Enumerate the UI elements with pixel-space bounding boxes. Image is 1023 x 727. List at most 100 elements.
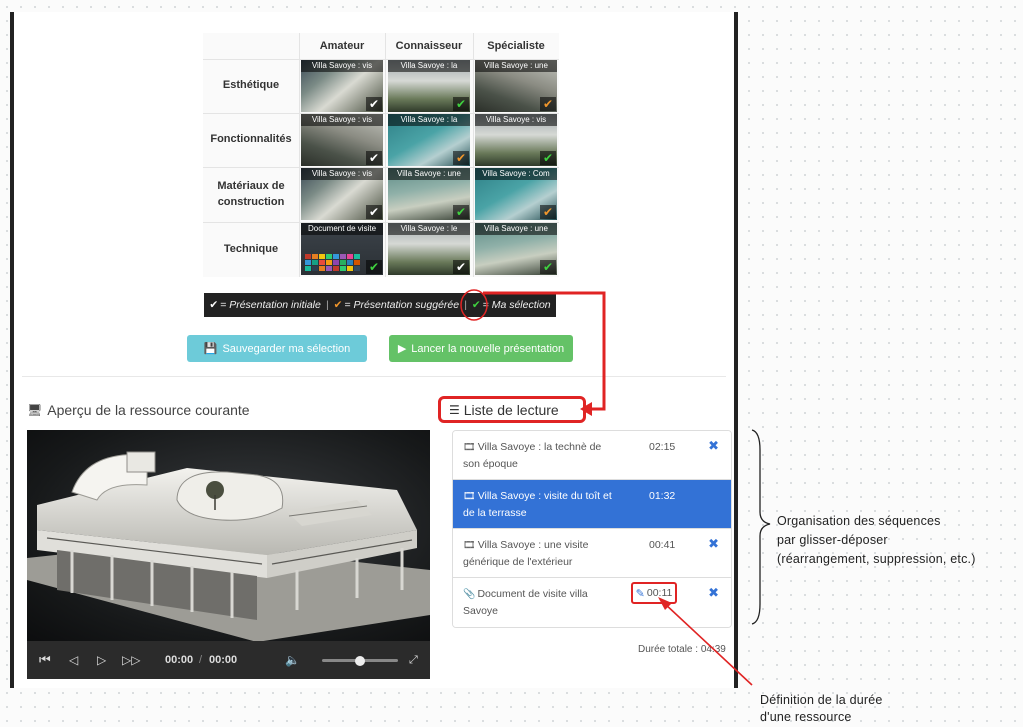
playlist-brace bbox=[751, 429, 771, 625]
check-icon[interactable]: ✔ bbox=[453, 205, 469, 219]
duree-annotation: Définition de la durée d'une ressource bbox=[760, 692, 883, 726]
check-legend: ✔ = Présentation initiale | ✔ = Présenta… bbox=[204, 293, 556, 317]
fullscreen-icon[interactable]: ⤢ bbox=[409, 641, 418, 679]
selection-matrix: Amateur Connaisseur Spécialiste Esthétiq… bbox=[203, 33, 559, 277]
save-icon: 💾 bbox=[203, 343, 218, 355]
thumbnail-caption: Villa Savoye : une bbox=[475, 60, 557, 72]
remove-icon[interactable]: ✖ bbox=[708, 438, 719, 454]
check-icon[interactable]: ✔ bbox=[540, 151, 556, 165]
playlist-heading: ☰ Liste de lecture bbox=[438, 396, 586, 423]
rewind-icon[interactable]: ◁ bbox=[69, 641, 78, 679]
current-time: 00:00 bbox=[165, 654, 194, 666]
matrix-cell-thumbnail[interactable]: Villa Savoye : vis ✔ bbox=[475, 114, 557, 166]
legend-selection: = Ma sélection bbox=[482, 299, 551, 311]
legend-separator: | bbox=[325, 299, 329, 311]
check-icon[interactable]: ✔ bbox=[540, 205, 556, 219]
volume-icon[interactable]: 🔈 bbox=[285, 641, 300, 679]
thumbnail-caption: Villa Savoye : vis bbox=[475, 114, 557, 126]
playlist-item-time: 00:41 bbox=[649, 539, 676, 551]
matrix-cell-thumbnail[interactable]: Villa Savoye : une ✔ bbox=[475, 60, 557, 112]
matrix-cell-thumbnail[interactable]: Villa Savoye : le ✔ bbox=[388, 223, 470, 275]
matrix-cell-thumbnail[interactable]: Villa Savoye : la ✔ bbox=[388, 114, 470, 166]
annotation-line: par glisser-déposer bbox=[777, 533, 888, 547]
villa-model-image bbox=[27, 451, 430, 641]
row-label: Esthétique bbox=[222, 79, 280, 92]
thumbnail-caption: Villa Savoye : la bbox=[388, 60, 470, 72]
playlist-title: Liste de lecture bbox=[463, 401, 559, 418]
volume-knob[interactable] bbox=[355, 655, 365, 666]
playlist-item[interactable]: 🎞 Villa Savoye : la technè de son époque … bbox=[453, 431, 731, 480]
check-icon[interactable]: ✔ bbox=[366, 205, 382, 219]
duration-edit-field[interactable]: ✎ 00:11 bbox=[631, 582, 677, 604]
film-icon: 🎞 bbox=[463, 491, 476, 502]
playlist-item-time: 01:32 bbox=[649, 490, 676, 502]
thumbnail-caption: Villa Savoye : le bbox=[388, 223, 470, 235]
save-selection-label: Sauvegarder ma sélection bbox=[222, 342, 351, 355]
playlist-item[interactable]: 📎 Document de visite villa Savoye ✎ 00:11… bbox=[453, 578, 731, 627]
playlist-item-title: Villa Savoye : la technè de son époque bbox=[463, 441, 602, 470]
monitor-icon: 🖥 bbox=[27, 403, 43, 417]
save-selection-button[interactable]: 💾 Sauvegarder ma sélection bbox=[187, 335, 367, 362]
app-window: Amateur Connaisseur Spécialiste Esthétiq… bbox=[10, 12, 738, 688]
matrix-cell-thumbnail[interactable]: Villa Savoye : une ✔ bbox=[388, 168, 470, 220]
remove-icon[interactable]: ✖ bbox=[708, 585, 719, 601]
legend-separator: | bbox=[464, 299, 467, 311]
organisation-annotation: Organisation des séquences par glisser-d… bbox=[777, 512, 976, 569]
volume-slider[interactable] bbox=[322, 655, 398, 666]
playlist-item-active[interactable]: 🎞 Villa Savoye : visite du toît et de la … bbox=[453, 480, 731, 529]
launch-presentation-button[interactable]: ▶ Lancer la nouvelle présentation bbox=[389, 335, 573, 362]
matrix-cell-thumbnail[interactable]: Villa Savoye : vis ✔ bbox=[301, 114, 383, 166]
check-icon[interactable]: ✔ bbox=[453, 260, 469, 274]
video-controls: ⏮ ◁ ▷ ▷▷ 00:00 / 00:00 🔈 ⤢ bbox=[27, 641, 430, 679]
annotation-line: (réarrangement, suppression, etc.) bbox=[777, 552, 976, 566]
total-duration: Durée totale : 04:39 bbox=[638, 644, 726, 655]
edit-icon: ✎ bbox=[635, 587, 645, 600]
check-white-icon: ✔ bbox=[209, 299, 219, 311]
time-separator: / bbox=[199, 654, 203, 666]
film-icon: 🎞 bbox=[463, 442, 476, 453]
duration: 00:00 bbox=[209, 654, 238, 666]
check-icon[interactable]: ✔ bbox=[366, 260, 382, 274]
thumbnail-caption: Villa Savoye : une bbox=[475, 223, 557, 235]
thumbnail-caption: Villa Savoye : vis bbox=[301, 168, 383, 180]
legend-initial: = Présentation initiale bbox=[220, 299, 321, 311]
remove-icon[interactable]: ✖ bbox=[708, 536, 719, 552]
skip-back-icon[interactable]: ⏮ bbox=[39, 641, 51, 679]
check-icon[interactable]: ✔ bbox=[366, 151, 382, 165]
check-icon[interactable]: ✔ bbox=[453, 97, 469, 111]
thumbnail-caption: Document de visite bbox=[301, 223, 383, 235]
annotation-line: Définition de la durée bbox=[760, 693, 883, 707]
list-icon: ☰ bbox=[449, 402, 460, 417]
playlist-item-title: Villa Savoye : visite du toît et de la t… bbox=[463, 490, 612, 519]
row-label: Matériaux de construction bbox=[217, 179, 285, 208]
matrix-cell-thumbnail[interactable]: Villa Savoye : vis ✔ bbox=[301, 60, 383, 112]
forward-icon[interactable]: ▷▷ bbox=[122, 641, 140, 679]
matrix-cell-thumbnail[interactable]: Villa Savoye : une ✔ bbox=[475, 223, 557, 275]
document-swatches bbox=[305, 254, 365, 271]
resource-preview-image bbox=[27, 430, 430, 641]
matrix-cell-thumbnail[interactable]: Villa Savoye : Com ✔ bbox=[475, 168, 557, 220]
section-divider bbox=[22, 376, 726, 377]
check-icon[interactable]: ✔ bbox=[540, 97, 556, 111]
thumbnail-caption: Villa Savoye : Com bbox=[475, 168, 557, 180]
column-header: Amateur bbox=[319, 40, 365, 52]
matrix-cell-thumbnail[interactable]: Document de visite ✔ bbox=[301, 223, 383, 275]
playlist-item[interactable]: 🎞 Villa Savoye : une visite générique de … bbox=[453, 529, 731, 578]
play-icon[interactable]: ▷ bbox=[97, 641, 106, 679]
playlist-item-time: 00:11 bbox=[646, 587, 673, 599]
matrix-cell-thumbnail[interactable]: Villa Savoye : vis ✔ bbox=[301, 168, 383, 220]
annotation-line: d'une ressource bbox=[760, 710, 852, 724]
play-icon: ▶ bbox=[397, 343, 407, 355]
annotation-line: Organisation des séquences bbox=[777, 514, 941, 528]
check-green-icon: ✔ bbox=[471, 299, 481, 311]
check-icon[interactable]: ✔ bbox=[540, 260, 556, 274]
thumbnail-caption: Villa Savoye : vis bbox=[301, 114, 383, 126]
check-icon[interactable]: ✔ bbox=[453, 151, 469, 165]
check-icon[interactable]: ✔ bbox=[366, 97, 382, 111]
paperclip-icon: 📎 bbox=[463, 589, 476, 600]
launch-presentation-label: Lancer la nouvelle présentation bbox=[411, 342, 565, 355]
matrix-cell-thumbnail[interactable]: Villa Savoye : la ✔ bbox=[388, 60, 470, 112]
row-label: Technique bbox=[223, 242, 279, 255]
legend-suggested: = Présentation suggérée bbox=[344, 299, 460, 311]
thumbnail-caption: Villa Savoye : la bbox=[388, 114, 470, 126]
